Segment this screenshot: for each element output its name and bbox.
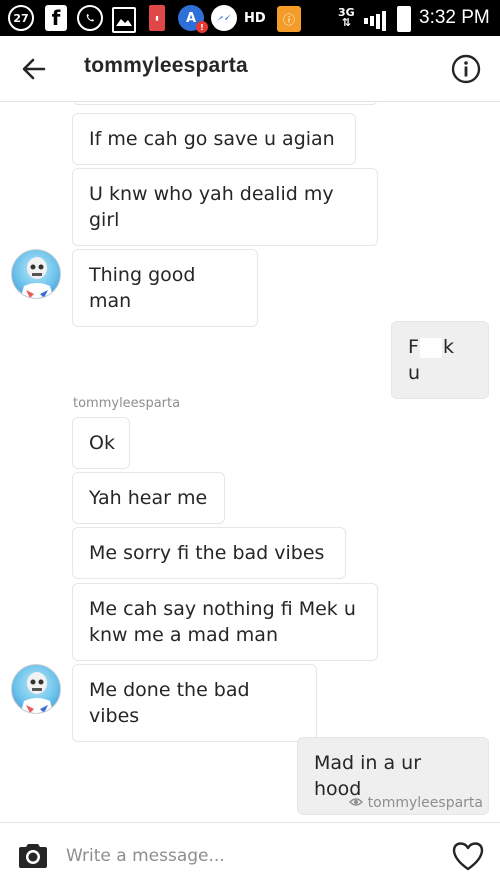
cropped-message-bubble [72, 103, 378, 105]
signal-strength-icon [364, 8, 386, 34]
incoming-message[interactable]: Yah hear me [72, 472, 225, 524]
navigation-app-icon: A! [178, 5, 208, 33]
message-text: Me cah say nothing fi Mek u knw me a mad… [89, 598, 356, 646]
battery-app-icon: ▮ [149, 5, 165, 31]
outgoing-message[interactable]: Fk u [391, 321, 489, 399]
facebook-icon: f [45, 5, 67, 31]
message-text-start: F [408, 336, 419, 358]
sender-avatar[interactable] [11, 249, 61, 299]
incoming-message[interactable]: Me cah say nothing fi Mek u knw me a mad… [72, 583, 378, 661]
message-text: Thing good man [89, 264, 196, 312]
message-thread[interactable]: If me cah go save u agian U knw who yah … [0, 103, 500, 821]
incoming-message[interactable]: U knw who yah dealid my girl [72, 168, 378, 246]
eye-icon [348, 795, 363, 811]
message-text: Me done the bad vibes [89, 679, 250, 727]
sender-name-label: tommyleesparta [73, 396, 181, 411]
status-bar: 27 f ▮ A! HD ⓘ 3G ⇅ 3:32 PM [0, 0, 500, 36]
incoming-message[interactable]: Me done the bad vibes [72, 664, 317, 742]
message-text: Yah hear me [89, 487, 208, 509]
message-text: U knw who yah dealid my girl [89, 183, 334, 231]
message-input[interactable] [66, 837, 426, 875]
camera-icon[interactable] [16, 841, 50, 871]
whatsapp-icon [77, 5, 103, 31]
message-text: Ok [89, 432, 115, 454]
notification-count-badge: 27 [8, 5, 34, 31]
incoming-message[interactable]: Ok [72, 417, 130, 469]
clock: 3:32 PM [419, 7, 490, 28]
messenger-icon [211, 5, 237, 31]
incoming-message[interactable]: Me sorry fi the bad vibes [72, 527, 346, 579]
notification-count: 27 [13, 11, 29, 25]
app-notification-icon: ⓘ [277, 6, 301, 32]
conversation-title[interactable]: tommyleesparta [84, 54, 248, 78]
seen-indicator: tommyleesparta [348, 795, 483, 811]
heart-outline-icon[interactable] [450, 839, 486, 873]
incoming-message[interactable]: Thing good man [72, 249, 258, 327]
gallery-icon [112, 7, 136, 33]
message-text: Mad in a ur hood [314, 752, 422, 800]
conversation-header: tommyleesparta [0, 36, 500, 102]
censor-block [419, 337, 442, 358]
network-type: 3G ⇅ [338, 6, 355, 29]
sender-avatar[interactable] [11, 664, 61, 714]
hd-indicator: HD [244, 10, 266, 26]
message-text: Me sorry fi the bad vibes [89, 542, 325, 564]
message-composer [0, 822, 500, 888]
incoming-message[interactable]: If me cah go save u agian [72, 113, 356, 165]
info-circle-icon[interactable] [450, 53, 482, 85]
arrow-left-icon[interactable] [18, 53, 50, 85]
seen-by-name: tommyleesparta [367, 795, 483, 811]
battery-icon [397, 6, 411, 32]
message-text: If me cah go save u agian [89, 128, 335, 150]
